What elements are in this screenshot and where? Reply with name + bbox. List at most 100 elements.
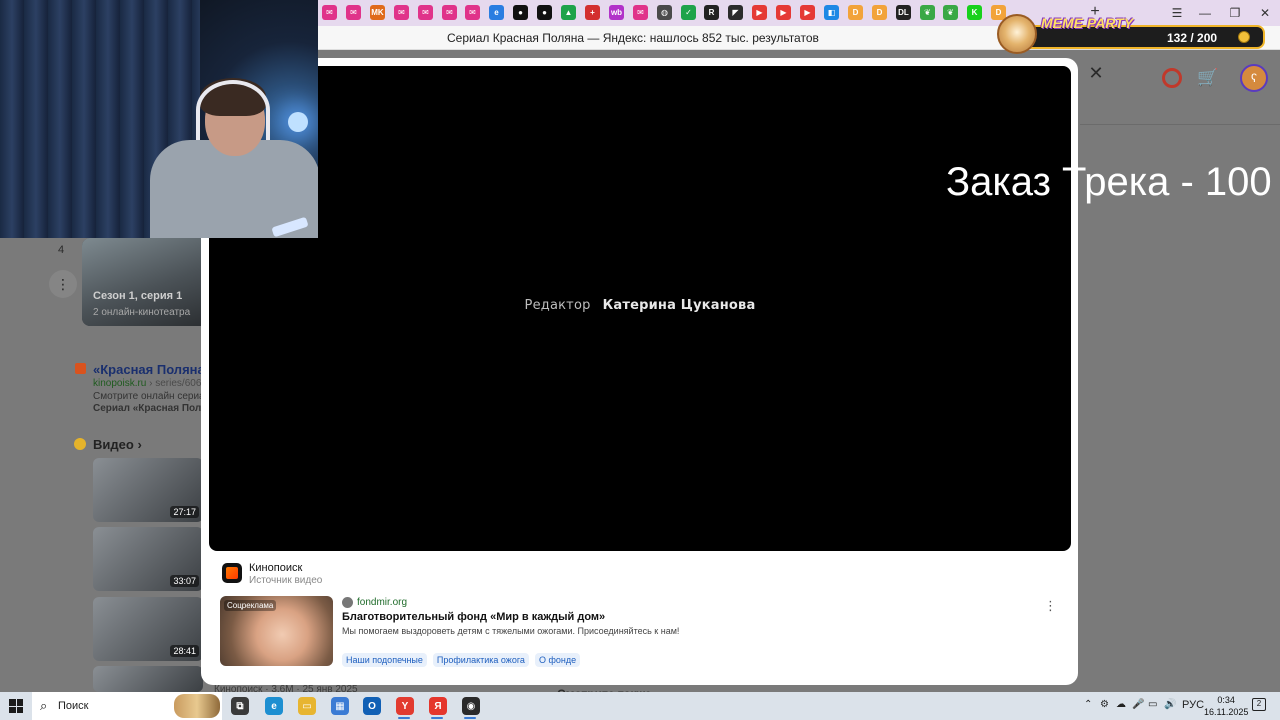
snippet-line: Сериал «Красная Полян (93, 403, 214, 414)
snippet-line: Смотрите онлайн сериал (93, 391, 211, 402)
yellow-tab-icon[interactable]: D (848, 5, 863, 20)
green-tab-icon[interactable]: ▲ (561, 5, 576, 20)
mail-tab-icon[interactable]: ✉ (394, 5, 409, 20)
episode-subtitle: 2 онлайн-кинотеатра (93, 307, 191, 318)
video-player[interactable]: Редактор Катерина Цуканова (209, 66, 1071, 551)
video-thumbnail[interactable] (93, 666, 203, 692)
clock[interactable]: 0:34 16.11.2025 (1204, 694, 1248, 718)
outlook-icon[interactable]: O (363, 697, 381, 715)
ad-sitelinks: Наши подопечные Профилактика ожога О фон… (342, 653, 581, 667)
cart-icon[interactable]: 🛒 (1197, 68, 1218, 88)
active-app-indicator (398, 717, 410, 719)
result-domain[interactable]: kinopoisk.ru (93, 378, 146, 389)
ad-title-link[interactable]: Благотворительный фонд «Мир в каждый дом… (342, 611, 605, 623)
ad-chip[interactable]: Профилактика ожога (432, 653, 529, 667)
video-thumbnail[interactable]: 33:07 (93, 527, 203, 591)
ad-chip[interactable]: Наши подопечные (342, 653, 427, 667)
video-heading-label[interactable]: Видео (93, 437, 134, 452)
result-snippet: Смотрите онлайн сериал Сериал «Красная П… (93, 391, 213, 415)
ad-image[interactable]: Соцреклама (220, 596, 333, 666)
settings-icon[interactable]: ⚙ (1100, 699, 1109, 710)
microphone-icon[interactable]: 🎤 (1132, 699, 1144, 710)
headphones-icon (196, 80, 270, 140)
edge-icon[interactable]: e (265, 697, 283, 715)
youtube-tab-icon[interactable]: ▶ (776, 5, 791, 20)
cloud-icon[interactable]: ☁ (1116, 699, 1126, 710)
network-icon[interactable]: ▭ (1148, 699, 1157, 710)
recorder-icon[interactable]: ◉ (462, 697, 480, 715)
dl-tab-icon[interactable]: DL (896, 5, 911, 20)
active-app-indicator (464, 717, 476, 719)
avatar[interactable]: ʕ (1240, 64, 1268, 92)
yandex-icon[interactable]: Я (429, 697, 447, 715)
search-icon: ⌕ (40, 698, 48, 713)
ad-chip[interactable]: О фонде (534, 653, 581, 667)
youtube-tab-icon[interactable]: ▶ (752, 5, 767, 20)
ad-domain-link[interactable]: fondmir.org (357, 597, 407, 608)
close-icon[interactable]: ✕ (1086, 63, 1106, 83)
mail-tab-icon[interactable]: ✉ (442, 5, 457, 20)
video-thumbnail[interactable]: 28:41 (93, 597, 203, 661)
globe-tab-icon[interactable]: ◍ (657, 5, 672, 20)
source-subtitle: Источник видео (249, 575, 323, 586)
file-explorer-icon[interactable]: ▭ (298, 697, 316, 715)
volume-icon[interactable]: 🔊 (1164, 699, 1176, 710)
language-indicator[interactable]: РУС (1182, 699, 1204, 711)
ad-description: Мы помогаем выздороветь детям с тяжелыми… (342, 626, 680, 636)
mail-tab-icon[interactable]: ✉ (418, 5, 433, 20)
leaf-tab-icon[interactable]: ❦ (920, 5, 935, 20)
mail-tab-icon[interactable]: ✉ (633, 5, 648, 20)
track-order-overlay: Заказ Трека - 100 (946, 160, 1272, 204)
yellow-tab-icon[interactable]: D (872, 5, 887, 20)
kinopoisk-logo-icon[interactable] (222, 563, 242, 583)
video-duration: 27:17 (170, 506, 199, 518)
video-section-heading[interactable]: Видео › (93, 437, 142, 452)
circle-tab-icon[interactable]: ● (513, 5, 528, 20)
rail-counter: 4 (58, 244, 65, 256)
episode-card[interactable]: Сезон 1, серия 1 2 онлайн-кинотеатра (82, 238, 212, 326)
video-duration: 28:41 (170, 645, 199, 657)
coin-icon (1238, 31, 1250, 43)
red-plus-tab-icon[interactable]: + (585, 5, 600, 20)
ad-badge: Соцреклама (224, 600, 277, 611)
task-view-icon[interactable]: ⧉ (231, 697, 249, 715)
video-duration: 33:07 (170, 575, 199, 587)
mail-tab-icon[interactable]: ✉ (322, 5, 337, 20)
chevron-right-icon[interactable]: › (137, 437, 141, 452)
windows-taskbar: ⌕ Поиск ⧉ e ▭ ▦ O Y Я ◉ ⌃ ⚙ ☁ 🎤 ▭ 🔊 РУС 0:34 16.11.2… (0, 692, 1280, 720)
check-tab-icon[interactable]: ✓ (681, 5, 696, 20)
circle-tab-icon[interactable]: ● (537, 5, 552, 20)
mail-tab-icon[interactable]: ✉ (346, 5, 361, 20)
meme-party-widget: MEME PARTY 132 / 200 (997, 14, 1267, 54)
yandex-browser-icon[interactable]: Y (396, 697, 414, 715)
wb-tab-icon[interactable]: wb (609, 5, 624, 20)
result-url[interactable]: kinopoisk.ru › series/606 (93, 378, 201, 389)
store-icon[interactable]: ▦ (331, 697, 349, 715)
search-placeholder: Поиск (58, 700, 89, 712)
result-title-link[interactable]: «Красная Поляна» (93, 362, 212, 377)
youtube-tab-icon[interactable]: ▶ (800, 5, 815, 20)
kick-tab-icon[interactable]: K (967, 5, 982, 20)
edge-tab-icon[interactable]: e (489, 5, 504, 20)
video-section-icon (74, 438, 86, 450)
mail-tab-icon[interactable]: ✉ (465, 5, 480, 20)
show-hidden-icon[interactable]: ⌃ (1084, 699, 1092, 710)
result-path[interactable]: › series/606 (146, 378, 201, 389)
ad-more-icon[interactable]: ⋮ (1044, 598, 1057, 614)
leaf-tab-icon[interactable]: ❦ (943, 5, 958, 20)
credit-role: Редактор (524, 298, 591, 313)
photo-tab-icon[interactable]: ◧ (824, 5, 839, 20)
r-tab-icon[interactable]: R (704, 5, 719, 20)
search-highlight-image[interactable] (174, 694, 220, 718)
start-button[interactable] (9, 699, 23, 713)
video-thumbnail[interactable]: 27:17 (93, 458, 203, 522)
alice-icon[interactable] (1162, 68, 1182, 88)
more-options-button[interactable]: ⋮ (49, 270, 77, 298)
meme-party-title: MEME PARTY (1041, 15, 1134, 31)
taskbar-search[interactable]: ⌕ Поиск (32, 692, 222, 720)
video-credit: Редактор Катерина Цуканова (209, 298, 1071, 313)
source-name[interactable]: Кинопоиск (249, 562, 302, 574)
dark-tab-icon[interactable]: ◤ (728, 5, 743, 20)
notification-icon[interactable]: 2 (1252, 698, 1266, 711)
mk-tab-icon[interactable]: MK (370, 5, 385, 20)
